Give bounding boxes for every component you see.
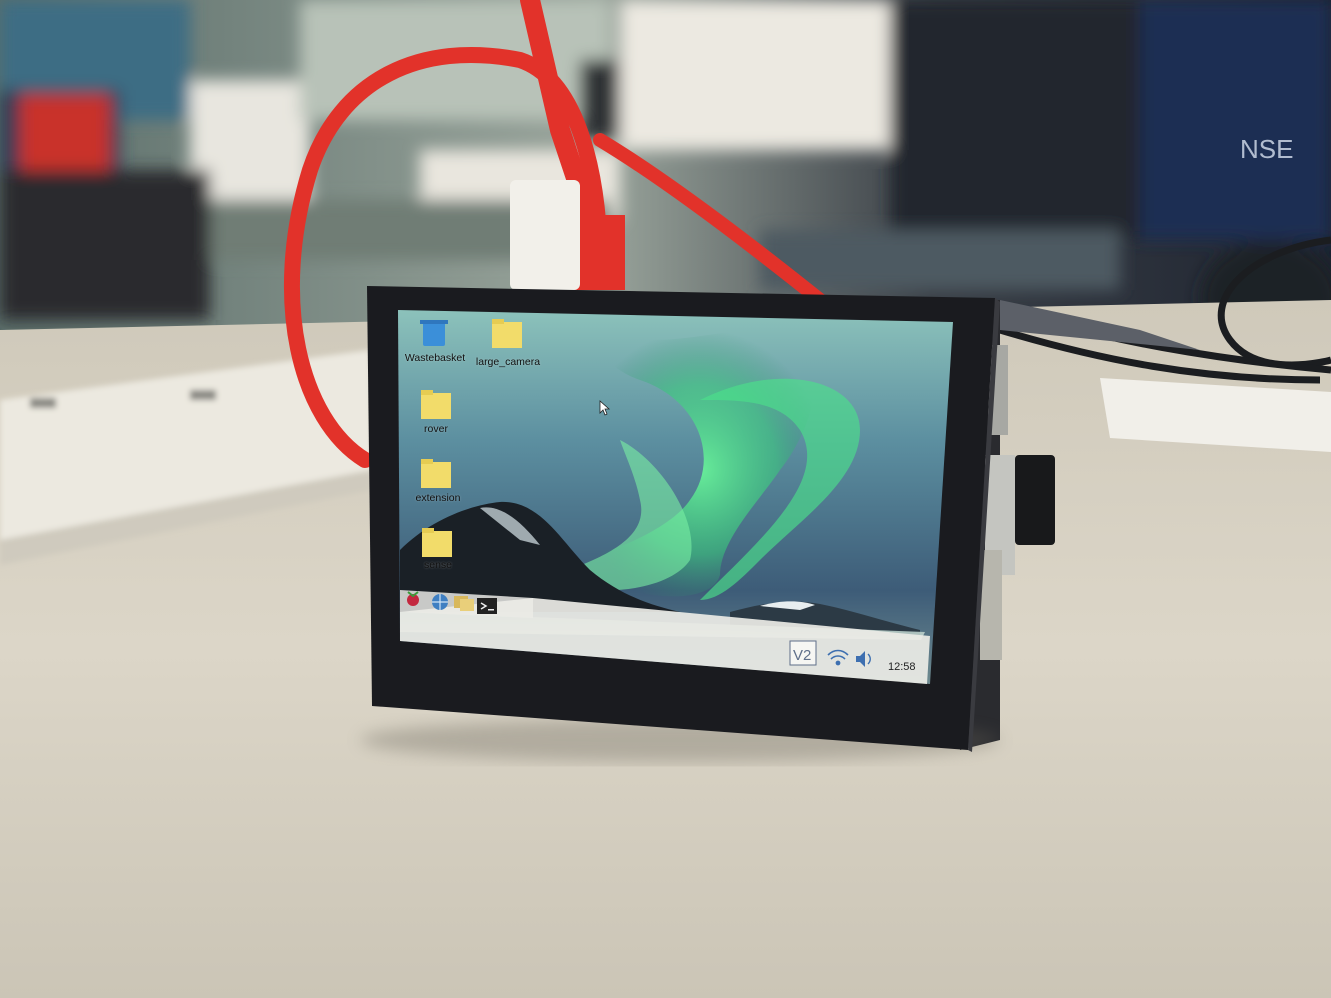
folder-icon[interactable] <box>422 528 452 557</box>
photo-scene: NSE V2 12:58 <box>0 0 1331 998</box>
svg-text:V2: V2 <box>793 647 811 664</box>
trash-icon[interactable] <box>420 320 448 346</box>
desktop-icon-label-large-camera[interactable]: large_camera <box>468 356 548 368</box>
terminal-icon[interactable] <box>477 598 497 614</box>
desktop-icon-label-sense[interactable]: sense <box>398 559 478 571</box>
desktop-icon-label-extension[interactable]: extension <box>398 492 478 504</box>
web-browser-icon[interactable] <box>432 594 448 610</box>
folder-icon[interactable] <box>421 459 451 488</box>
background-sign-text: NSE <box>1240 134 1293 164</box>
folder-icon[interactable] <box>492 319 522 348</box>
usb-adapter <box>510 180 580 290</box>
desktop-icon-label-rover[interactable]: rover <box>396 423 476 435</box>
desktop-icon-label-wastebasket[interactable]: Wastebasket <box>395 352 475 364</box>
folder-icon[interactable] <box>421 390 451 419</box>
vnc-tray-icon[interactable]: V2 <box>789 640 817 666</box>
taskbar-clock: 12:58 <box>888 661 916 673</box>
